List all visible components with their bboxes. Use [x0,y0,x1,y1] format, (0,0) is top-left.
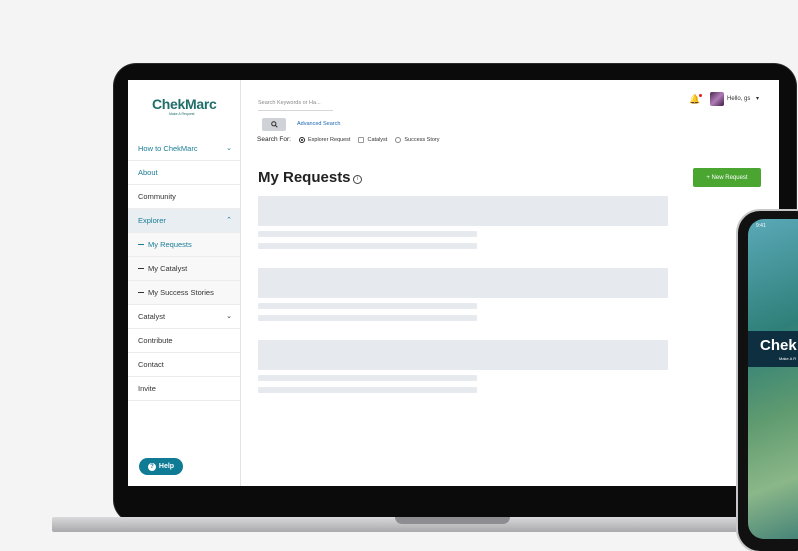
sidebar-item-my-catalyst[interactable]: My Catalyst [128,257,240,281]
logo-text: ChekMarc [152,96,217,112]
sidebar-item-contribute[interactable]: Contribute [128,329,240,353]
phone-tagline: Make A R [779,356,797,361]
search-for-label: Search For: [257,136,291,143]
notification-badge [699,94,703,97]
user-greeting[interactable]: Hello, gs [727,96,750,102]
skeleton-card [258,268,668,298]
sidebar-item-label: Catalyst [138,312,166,321]
sidebar: ChekMarc Make A Request How to ChekMarc … [128,80,241,486]
search-for-group: Search For: Explorer Request Catalyst Su… [257,136,440,143]
sidebar-item-my-requests[interactable]: My Requests [128,233,240,257]
sidebar-item-explorer[interactable]: Explorer ⌃ [128,209,240,233]
chevron-down-icon: ⌄ [226,145,232,152]
dash-icon [138,268,144,269]
sidebar-item-how-to[interactable]: How to ChekMarc ⌄ [128,137,240,161]
sidebar-item-contact[interactable]: Contact [128,353,240,377]
radio-unselected-icon [395,136,402,143]
info-icon[interactable]: i [353,175,362,184]
skeleton-card [258,196,668,226]
sidebar-item-about[interactable]: About [128,161,240,185]
checkbox-icon [358,136,365,143]
radio-label: Explorer Request [307,136,351,143]
logo-tagline: Make A Request [169,112,195,116]
advanced-search-link[interactable]: Advanced Search [297,121,340,127]
help-label: Help [158,463,175,470]
sidebar-item-label: My Success Stories [148,288,214,297]
skeleton-line [258,231,477,237]
notification-bell[interactable]: 🔔 [689,94,703,105]
skeleton-line [258,243,477,249]
sidebar-item-my-success-stories[interactable]: My Success Stories [128,281,240,305]
phone-screen: 9:41 Chek Make A R [748,219,798,539]
sidebar-nav: How to ChekMarc ⌄ About Community Explor… [128,137,240,401]
sidebar-item-label: Explorer [138,216,166,225]
sidebar-item-invite[interactable]: Invite [128,377,240,401]
radio-success-story[interactable]: Success Story [395,136,440,143]
dash-icon [138,244,144,245]
skeleton-card [258,340,668,370]
skeleton-line [258,375,477,381]
help-icon: ? [147,462,156,471]
search-button[interactable] [262,118,286,131]
skeleton-line [258,303,477,309]
sidebar-item-label: How to ChekMarc [138,144,198,153]
checkbox-label: Catalyst [367,136,388,143]
sidebar-item-label: My Requests [148,240,192,249]
sidebar-item-label: My Catalyst [148,264,188,273]
radio-selected-icon [298,136,305,143]
phone-logo: Chek [760,337,797,354]
checkbox-catalyst[interactable]: Catalyst [358,136,388,143]
sidebar-item-label: Community [138,192,176,201]
sidebar-item-label: Contact [138,360,164,369]
sidebar-item-label: Invite [138,384,156,393]
dash-icon [138,292,144,293]
phone-logo-band: Chek Make A R [748,331,798,367]
sidebar-item-catalyst[interactable]: Catalyst ⌄ [128,305,240,329]
logo[interactable]: ChekMarc [152,96,217,112]
radio-explorer-request[interactable]: Explorer Request [298,136,351,143]
sidebar-item-label: Contribute [138,336,173,345]
avatar[interactable] [710,92,724,106]
caret-down-icon[interactable]: ▾ [756,95,759,102]
sidebar-item-label: About [138,168,158,177]
search-input[interactable]: Search Keywords or Ha... [258,96,333,111]
help-button[interactable]: ? Help [139,458,183,475]
radio-label: Success Story [404,136,440,143]
phone-time: 9:41 [756,223,766,229]
sidebar-item-community[interactable]: Community [128,185,240,209]
page-title: My Requests [258,169,351,186]
skeleton-line [258,387,477,393]
laptop-notch [395,517,510,524]
chevron-down-icon: ⌄ [226,313,232,320]
chevron-up-icon: ⌃ [226,217,232,224]
skeleton-line [258,315,477,321]
new-request-button[interactable]: + New Request [693,168,761,187]
search-icon [270,121,278,128]
app-screen: ChekMarc Make A Request How to ChekMarc … [128,80,779,486]
